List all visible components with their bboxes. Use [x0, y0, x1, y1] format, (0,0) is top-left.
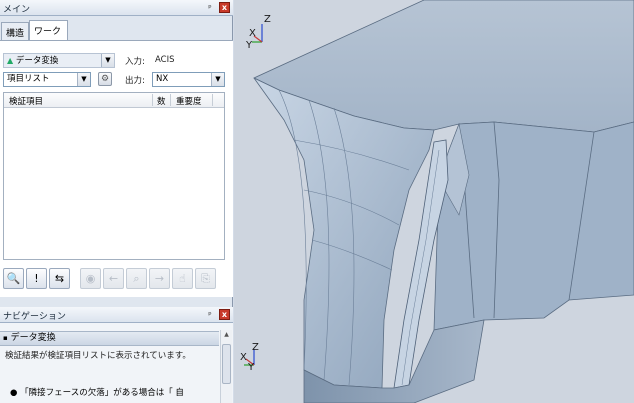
zoom-icon[interactable]: ⌕	[126, 268, 147, 289]
navigation-scrollbar[interactable]: ▲	[220, 330, 232, 403]
work-toolbar: 🔍! ⇆ ◉ ← ⌕ → ☝ ⎘	[3, 268, 229, 290]
navigation-bullet-text: 「隣接フェースの欠落」がある場合は「 自	[20, 388, 184, 398]
axis-y-label: Y	[245, 40, 253, 51]
scroll-up-icon[interactable]: ▲	[222, 331, 231, 341]
navigation-section-title: データ変換	[10, 333, 56, 343]
pin-icon[interactable]: ᵖ	[206, 3, 214, 12]
column-header-count[interactable]: 数	[157, 95, 166, 107]
navigation-description: 検証結果が検証項目リストに表示されています。	[5, 351, 191, 361]
mode-select-value: データ変換	[15, 56, 59, 66]
tab-structure[interactable]: 構造	[1, 22, 29, 40]
mode-select[interactable]: ▲ データ変換 ▼	[3, 53, 115, 68]
axis-x-label: X	[249, 28, 256, 39]
column-divider	[212, 94, 213, 106]
output-value: NX	[156, 74, 169, 84]
translate-icon: ▲	[7, 56, 14, 65]
highlight-icon[interactable]: !	[26, 268, 47, 289]
back-icon[interactable]: ←	[103, 268, 124, 289]
main-panel-title: メイン	[3, 5, 31, 15]
column-header-item[interactable]: 検証項目	[9, 95, 43, 107]
navigation-bullet: ● 「隣接フェースの欠落」がある場合は「 自	[10, 387, 210, 399]
scrollbar-thumb[interactable]	[222, 344, 231, 384]
chevron-down-icon: ▼	[211, 73, 224, 86]
pin-icon[interactable]: ◉	[80, 268, 101, 289]
column-divider	[170, 94, 171, 106]
chevron-down-icon: ▼	[77, 73, 90, 86]
axis-z-label: Z	[252, 342, 259, 353]
navigation-panel: ▪ データ変換 検証結果が検証項目リストに表示されています。 ● 「隣接フェース…	[0, 323, 233, 403]
close-icon[interactable]: x	[219, 309, 230, 320]
check-items-table[interactable]: 検証項目 数 重要度	[3, 92, 225, 260]
gear-icon[interactable]: ⚙	[98, 72, 112, 86]
search-icon[interactable]: 🔍	[3, 268, 24, 289]
close-icon[interactable]: x	[219, 2, 230, 13]
collapse-icon: ▪	[3, 334, 8, 342]
bullet-icon: ●	[10, 388, 18, 398]
list-select[interactable]: 項目リスト ▼	[3, 72, 91, 87]
tab-work[interactable]: ワーク	[29, 20, 68, 40]
left-panel: メイン ᵖ x 構造 ワーク ▲ データ変換 ▼ 入力: ACIS 項目リスト …	[0, 0, 233, 403]
main-tabs: 構造 ワーク	[0, 18, 233, 40]
main-panel-titlebar: メイン ᵖ x	[0, 0, 233, 16]
output-label: 出力:	[125, 76, 145, 86]
output-select[interactable]: NX ▼	[152, 72, 225, 87]
tab-label: ワーク	[34, 27, 62, 37]
work-tab-content: ▲ データ変換 ▼ 入力: ACIS 項目リスト ▼ ⚙ 出力: NX ▼ 検証…	[0, 40, 233, 297]
forward-icon[interactable]: →	[149, 268, 170, 289]
tab-label: 構造	[6, 29, 25, 39]
input-label: 入力:	[125, 57, 145, 67]
axis-z-label: Z	[264, 14, 271, 25]
table-header: 検証項目 数 重要度	[4, 93, 224, 108]
navigation-section-header[interactable]: ▪ データ変換	[0, 331, 219, 346]
pin-icon[interactable]: ᵖ	[206, 310, 214, 319]
export-icon[interactable]: ⎘	[195, 268, 216, 289]
column-header-severity[interactable]: 重要度	[176, 95, 202, 107]
axis-x-label: X	[240, 352, 247, 363]
chevron-down-icon: ▼	[101, 54, 114, 67]
navigation-titlebar: ナビゲーション ᵖ x	[0, 307, 233, 323]
axis-y-label: Y	[247, 362, 255, 373]
hand-icon[interactable]: ☝	[172, 268, 193, 289]
input-value: ACIS	[155, 55, 175, 65]
model-canvas: Z X Y Z X Y	[240, 0, 634, 403]
navigation-title: ナビゲーション	[3, 312, 66, 322]
list-select-value: 項目リスト	[7, 74, 50, 84]
transfer-icon[interactable]: ⇆	[49, 268, 70, 289]
model-viewport[interactable]: Z X Y Z X Y	[234, 0, 634, 403]
column-divider	[152, 94, 153, 106]
